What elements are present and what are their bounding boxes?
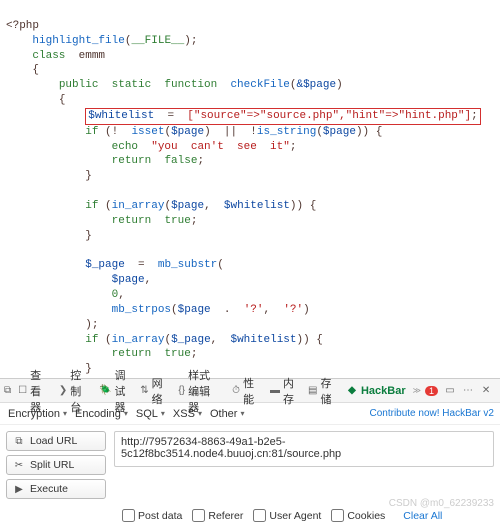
perf-icon: ⏱	[232, 385, 240, 397]
more-icon[interactable]: ⋯	[462, 385, 474, 397]
referer-checkbox[interactable]: Referer	[192, 509, 243, 522]
postdata-checkbox[interactable]: Post data	[122, 509, 182, 522]
execute-button[interactable]: ▶Execute	[6, 479, 106, 499]
clear-all-link[interactable]: Clear All	[403, 510, 442, 522]
useragent-checkbox[interactable]: User Agent	[253, 509, 321, 522]
dock-icon[interactable]: ⧉	[4, 385, 11, 397]
close-icon[interactable]: ✕	[480, 385, 492, 397]
devtools-tabbar: ⧉ ☐查看器 ❯控制台 🪲调试器 ⇅网络 {}样式编辑器 ⏱性能 ▬内存 ▤存储…	[0, 379, 500, 403]
hackbar-main: ⧉Load URL ✂Split URL ▶Execute	[0, 425, 500, 505]
tab-hackbar[interactable]: ◆HackBar	[341, 379, 411, 402]
menu-xss[interactable]: XSS	[171, 408, 204, 420]
whitelist-line: $whitelist = ["source"=>"source.php","hi…	[85, 108, 481, 125]
tab-style[interactable]: {}样式编辑器	[173, 379, 225, 402]
tabs-more-icon[interactable]: ≫	[413, 386, 421, 395]
hackbar-icon: ◆	[346, 385, 358, 397]
network-icon: ⇅	[140, 385, 148, 397]
source-code: <?php highlight_file(__FILE__); class em…	[0, 0, 500, 378]
tab-debugger[interactable]: 🪲调试器	[95, 379, 134, 402]
tab-memory[interactable]: ▬内存	[265, 379, 301, 402]
split-url-button[interactable]: ✂Split URL	[6, 455, 106, 475]
error-badge[interactable]: 1	[425, 386, 438, 396]
inspector-icon: ☐	[18, 385, 27, 397]
load-icon: ⧉	[13, 436, 25, 447]
menu-encoding[interactable]: Encoding	[73, 408, 130, 420]
tab-storage[interactable]: ▤存储	[303, 379, 339, 402]
menu-sql[interactable]: SQL	[134, 408, 167, 420]
cookies-checkbox[interactable]: Cookies	[331, 509, 385, 522]
memory-icon: ▬	[270, 385, 280, 397]
responsive-icon[interactable]: ▭	[444, 385, 456, 397]
style-icon: {}	[178, 385, 185, 397]
contribute-link[interactable]: Contribute now! HackBar v2	[369, 408, 494, 419]
tab-perf[interactable]: ⏱性能	[227, 379, 263, 402]
storage-icon: ▤	[308, 385, 317, 397]
execute-icon: ▶	[13, 484, 25, 495]
watermark: CSDN @m0_62239233	[389, 498, 494, 509]
load-url-button[interactable]: ⧉Load URL	[6, 431, 106, 451]
url-input[interactable]	[114, 431, 494, 467]
tab-inspector[interactable]: ☐查看器	[13, 379, 52, 402]
menu-other[interactable]: Other	[208, 408, 247, 420]
console-icon: ❯	[59, 385, 67, 397]
debugger-icon: 🪲	[100, 385, 112, 397]
split-icon: ✂	[13, 460, 25, 471]
tab-network[interactable]: ⇅网络	[135, 379, 171, 402]
tab-console[interactable]: ❯控制台	[54, 379, 93, 402]
menu-encryption[interactable]: Encryption	[6, 408, 69, 420]
